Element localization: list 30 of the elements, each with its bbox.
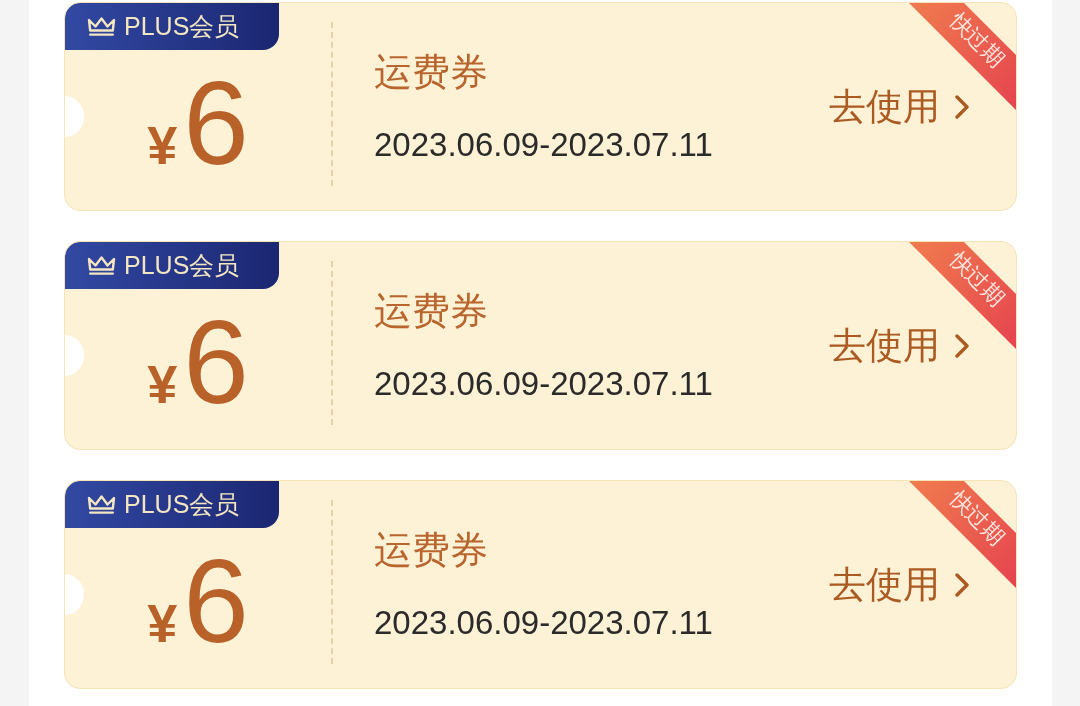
currency-symbol: ¥ xyxy=(147,596,178,650)
coupon-amount: 6 xyxy=(183,64,249,182)
validity-dates: 2023.06.09-2023.07.11 xyxy=(374,606,713,639)
ticket-notch xyxy=(65,574,84,615)
coupon-title: 运费券 xyxy=(374,53,488,91)
ribbon-label: 快过期 xyxy=(945,486,1009,550)
use-button[interactable]: 去使用 xyxy=(829,88,969,125)
crown-icon xyxy=(86,494,117,515)
ribbon-label: 快过期 xyxy=(945,8,1009,72)
use-button[interactable]: 去使用 xyxy=(829,566,969,603)
currency-symbol: ¥ xyxy=(147,118,178,172)
currency-symbol: ¥ xyxy=(147,357,178,411)
chevron-right-icon xyxy=(955,333,969,358)
validity-dates: 2023.06.09-2023.07.11 xyxy=(374,128,713,161)
crown-icon xyxy=(86,255,117,276)
chevron-right-icon xyxy=(955,94,969,119)
ticket-notch xyxy=(65,335,84,376)
coupon-title: 运费券 xyxy=(374,531,488,569)
coupon-title: 运费券 xyxy=(374,292,488,330)
chevron-right-icon xyxy=(955,572,969,597)
use-button[interactable]: 去使用 xyxy=(829,327,969,364)
badge-label: PLUS会员 xyxy=(124,14,240,39)
ticket-notch xyxy=(65,96,84,137)
validity-dates: 2023.06.09-2023.07.11 xyxy=(374,367,713,400)
ribbon-label: 快过期 xyxy=(945,247,1009,311)
coupon-amount: 6 xyxy=(183,303,249,421)
badge-label: PLUS会员 xyxy=(124,492,240,517)
badge-label: PLUS会员 xyxy=(124,253,240,278)
crown-icon xyxy=(86,16,117,37)
coupon-amount: 6 xyxy=(183,542,249,660)
